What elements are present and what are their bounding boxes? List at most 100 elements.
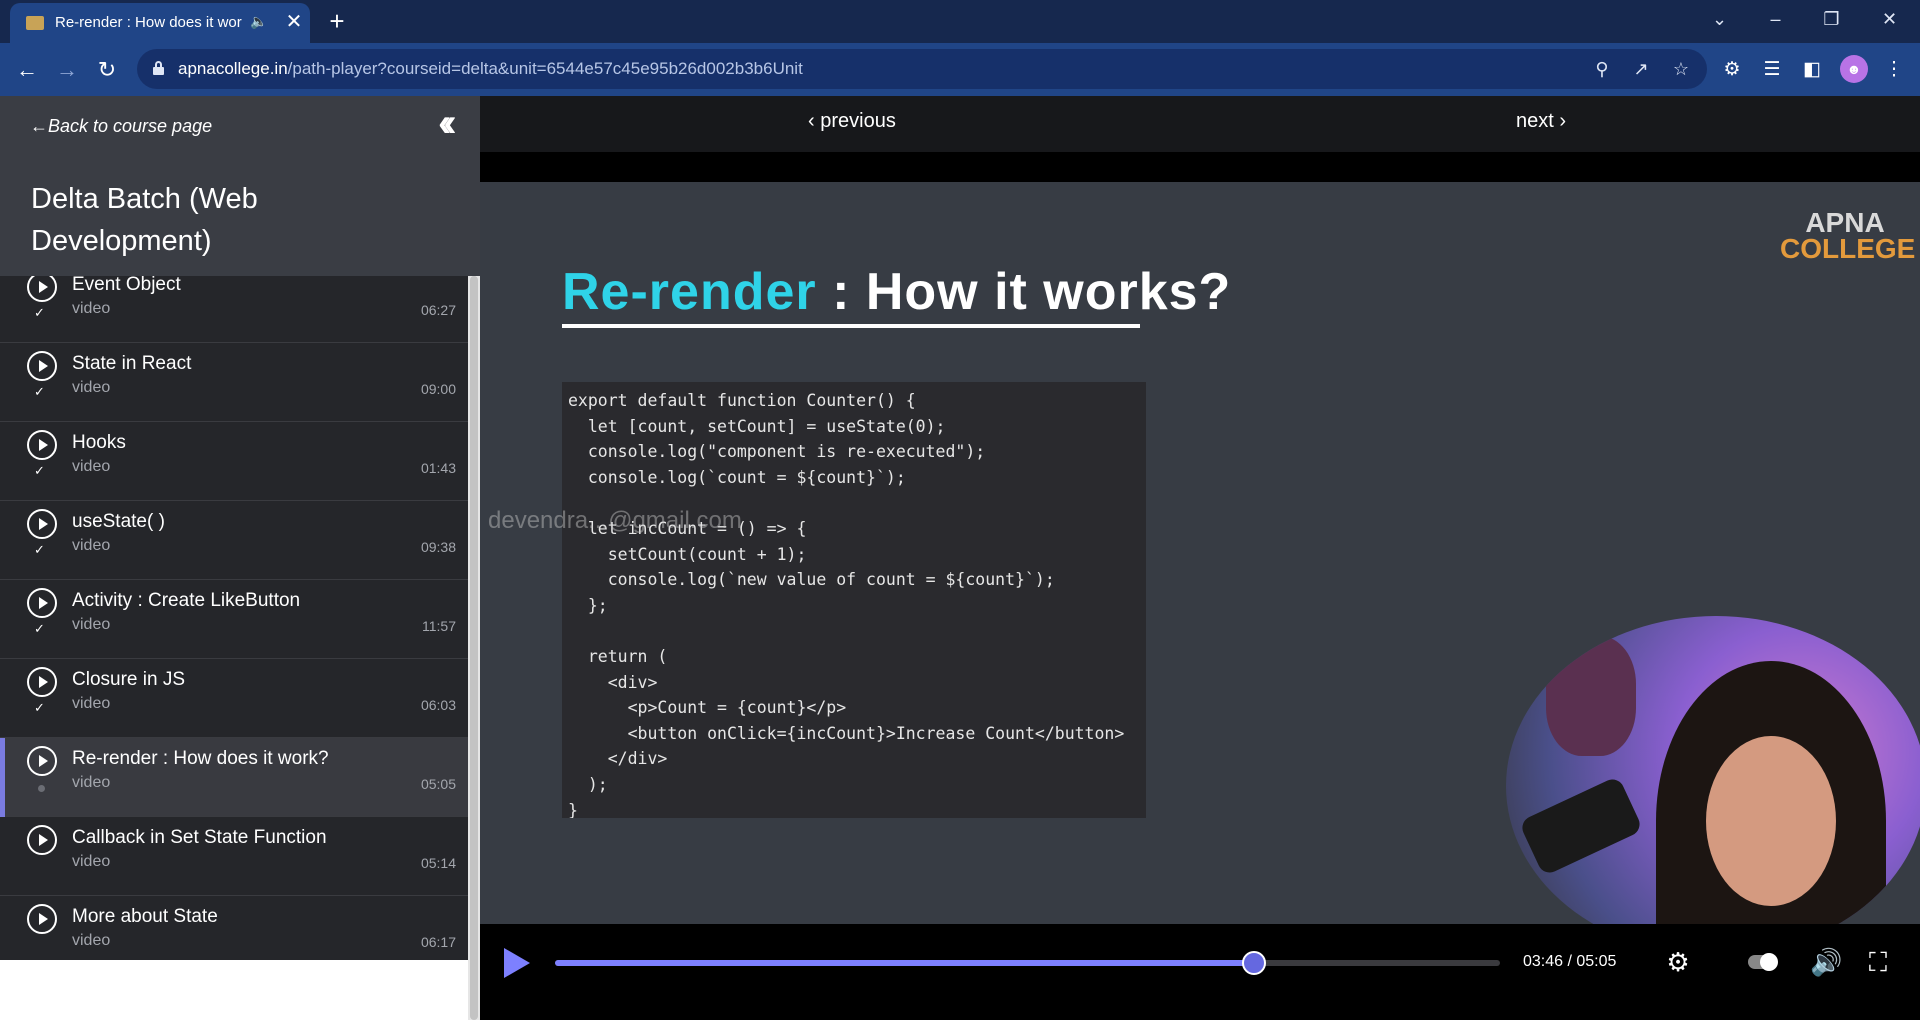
lesson-title: useState( ) [72,511,165,532]
lesson-navigation: ‹ previous next › [480,96,1920,152]
play-circle-icon [27,509,57,539]
extensions-icon[interactable]: ⚙ [1718,56,1746,84]
previous-label: previous [820,110,896,132]
play-circle-icon [27,825,57,855]
restore-button[interactable]: ❐ [1804,0,1859,40]
back-to-course-label: Back to course page [48,116,213,136]
instructor-webcam [1506,616,1920,956]
code-line: } [568,800,578,819]
next-button[interactable]: next › [1516,110,1566,133]
browser-tab-bar: Re-render : How does it wor 🔈 ✕ + ⌄ – ❐ … [0,0,1920,43]
lock-icon[interactable] [153,61,164,75]
media-controls-icon[interactable]: ☰ [1758,56,1786,84]
share-icon[interactable]: ↗ [1629,57,1653,81]
lesson-title: Hooks [72,432,126,453]
sidebar-header: ←Back to course page ‹‹ Delta Batch (Web… [0,96,480,276]
new-tab-button[interactable]: + [322,7,352,37]
lesson-item[interactable]: ✓ useState( ) video 09:38 [0,501,468,580]
menu-dots-icon[interactable]: ⋮ [1880,56,1908,84]
lesson-duration: 06:17 [420,934,456,950]
slide-heading-rest: : How it works? [816,263,1232,321]
key-icon[interactable]: ⚲ [1590,57,1614,81]
lesson-type: video [72,379,111,396]
minimize-button[interactable]: – [1748,0,1803,40]
logo-line-2: COLLEGE [1780,233,1916,264]
site-favicon-icon [26,16,44,30]
forward-arrow-icon[interactable]: → [52,55,82,85]
progress-bar[interactable] [555,951,1500,975]
play-circle-icon [27,588,57,618]
reload-icon[interactable]: ↻ [92,55,122,85]
sidebar-scrollbar-thumb[interactable] [470,276,478,1020]
code-line: <button onClick={incCount}>Increase Coun… [568,723,1125,743]
sidebar-scrollbar[interactable] [468,276,480,1020]
play-circle-icon [27,904,57,934]
lesson-title: State in React [72,353,192,374]
slide-heading: Re-render : How it works? [562,262,1231,322]
lesson-type: video [72,616,111,633]
lesson-duration: 09:38 [420,539,456,555]
code-line: console.log(`new value of count = ${coun… [568,570,1055,590]
lesson-item[interactable]: More about State video 06:17 [0,896,468,960]
lesson-type: video [72,537,111,554]
lesson-type: video [72,853,111,870]
lesson-item[interactable]: ✓ Hooks video 01:43 [0,422,468,501]
lesson-title: More about State [72,906,218,927]
code-line: <div> [568,672,658,692]
lesson-title: Activity : Create LikeButton [72,590,301,611]
code-block: export default function Counter() { let … [562,382,1146,818]
lesson-type: video [72,932,111,949]
profile-avatar[interactable]: ☻ [1840,55,1868,83]
volume-icon[interactable]: 🔊 [1810,946,1842,978]
lesson-type: video [72,774,111,791]
lesson-item[interactable]: ✓ Closure in JS video 06:03 [0,659,468,738]
lesson-item-active[interactable]: Re-render : How does it work? video 05:0… [0,738,468,817]
lesson-item[interactable]: Callback in Set State Function video 05:… [0,817,468,896]
tab-title: Re-render : How does it wor [55,14,242,31]
video-player-area: ‹ previous next › APNA COLLEGE Re-render… [480,96,1920,1020]
progress-scrubber[interactable] [1242,951,1267,975]
collapse-sidebar-icon[interactable]: ‹‹ [438,103,472,143]
star-icon[interactable]: ☆ [1669,57,1693,81]
check-icon: ✓ [34,305,45,320]
previous-button[interactable]: ‹ previous [808,110,896,133]
lesson-item[interactable]: ✓ State in React video 09:00 [0,343,468,422]
url-text: apnacollege.in/path-player?courseid=delt… [178,59,803,78]
lesson-type: video [72,458,111,475]
back-to-course-link[interactable]: ←Back to course page [30,116,212,137]
code-line: setCount(count + 1); [568,544,807,564]
active-indicator [0,738,5,817]
lesson-title: Event Object [72,276,181,295]
check-icon: ✓ [34,384,45,399]
lesson-duration: 05:14 [420,855,456,871]
play-icon[interactable] [504,948,530,978]
fullscreen-icon[interactable]: ⛶ [1862,946,1894,978]
address-bar[interactable]: apnacollege.in/path-player?courseid=delt… [137,49,1707,89]
lesson-type: video [72,695,111,712]
lesson-list: ✓ Event Object video 06:27 ✓ State in Re… [0,276,468,960]
code-line: </div> [568,749,668,769]
play-circle-icon [27,351,57,381]
check-icon: ✓ [34,621,45,636]
lesson-item[interactable]: ✓ Event Object video 06:27 [0,276,468,343]
close-window-button[interactable]: ✕ [1862,0,1917,40]
tab-audio-icon[interactable]: 🔈 [250,13,270,33]
browser-tab[interactable]: Re-render : How does it wor 🔈 ✕ [10,3,310,43]
course-title: Delta Batch (Web Development) [31,183,258,257]
play-circle-icon [27,667,57,697]
tab-close-icon[interactable]: ✕ [282,10,306,34]
play-circle-icon [27,746,57,776]
lesson-item[interactable]: ✓ Activity : Create LikeButton video 11:… [0,580,468,659]
video-frame[interactable]: APNA COLLEGE Re-render : How it works? e… [480,182,1920,956]
code-line: ); [568,774,608,794]
heading-underline [562,324,1140,328]
code-line: <p>Count = {count}</p> [568,698,847,718]
autoplay-toggle[interactable] [1748,953,1778,971]
play-circle-icon [27,430,57,460]
check-icon: ✓ [34,463,45,478]
back-arrow-icon[interactable]: ← [12,55,42,85]
side-panel-icon[interactable]: ◧ [1798,56,1826,84]
gear-icon[interactable]: ⚙ [1662,946,1694,978]
tab-search-icon[interactable]: ⌄ [1692,0,1747,40]
lesson-duration: 11:57 [422,618,456,634]
